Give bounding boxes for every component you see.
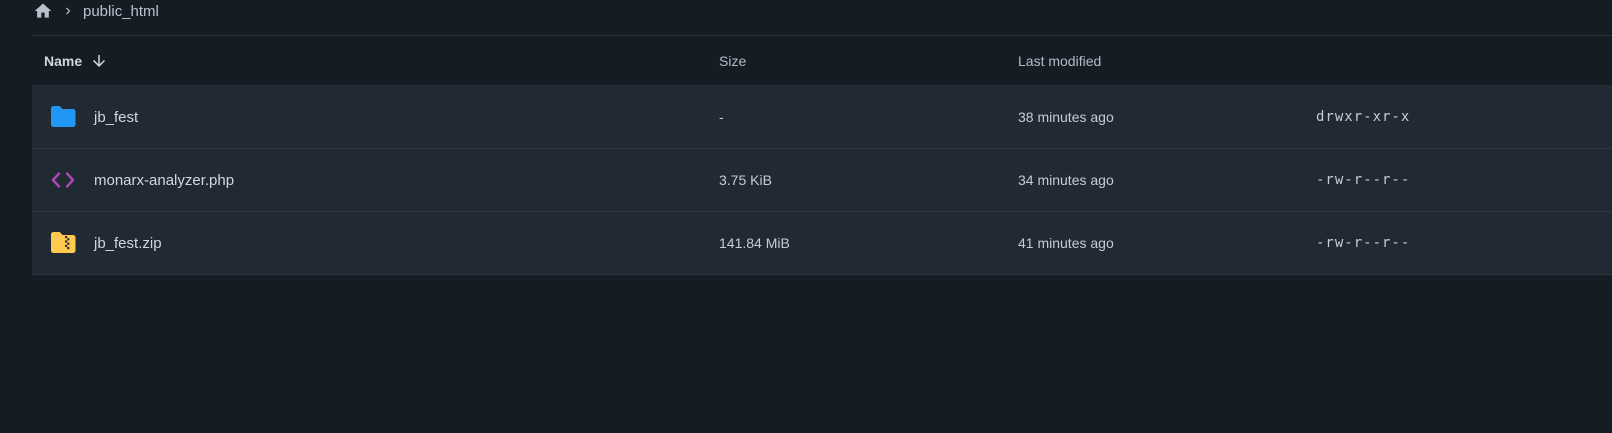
file-manager: public_html Name Size Last modified jb_f…	[0, 0, 1612, 433]
table-row[interactable]: monarx-analyzer.php 3.75 KiB 34 minutes …	[32, 149, 1612, 212]
file-name: jb_fest	[94, 108, 139, 126]
column-header-modified[interactable]: Last modified	[1018, 36, 1101, 85]
code-icon	[49, 167, 77, 193]
breadcrumb-current[interactable]: public_html	[83, 3, 159, 20]
file-name: monarx-analyzer.php	[94, 171, 235, 189]
file-size: -	[719, 109, 724, 125]
zip-folder-icon	[49, 230, 77, 256]
file-permissions: -rw-r--r--	[1316, 235, 1411, 251]
breadcrumb: public_html	[33, 0, 159, 22]
file-size: 3.75 KiB	[719, 172, 772, 188]
file-name: jb_fest.zip	[94, 234, 162, 252]
table-header: Name Size Last modified	[32, 36, 1612, 86]
file-permissions: drwxr-xr-x	[1316, 109, 1411, 125]
file-permissions: -rw-r--r--	[1316, 172, 1411, 188]
file-modified: 34 minutes ago	[1018, 172, 1114, 188]
file-table: Name Size Last modified jb_fest - 38 min…	[32, 35, 1612, 275]
table-row[interactable]: jb_fest.zip 141.84 MiB 41 minutes ago -r…	[32, 212, 1612, 275]
left-gutter	[0, 0, 32, 433]
file-size: 141.84 MiB	[719, 235, 790, 251]
file-modified: 38 minutes ago	[1018, 109, 1114, 125]
folder-icon	[49, 104, 77, 130]
arrow-down-icon[interactable]	[90, 52, 108, 70]
table-row[interactable]: jb_fest - 38 minutes ago drwxr-xr-x	[32, 86, 1612, 149]
column-header-size[interactable]: Size	[719, 36, 746, 85]
column-header-name-label: Name	[44, 52, 83, 69]
chevron-right-icon	[61, 4, 75, 18]
column-header-name[interactable]: Name	[44, 36, 108, 85]
file-modified: 41 minutes ago	[1018, 235, 1114, 251]
home-icon[interactable]	[33, 1, 53, 21]
